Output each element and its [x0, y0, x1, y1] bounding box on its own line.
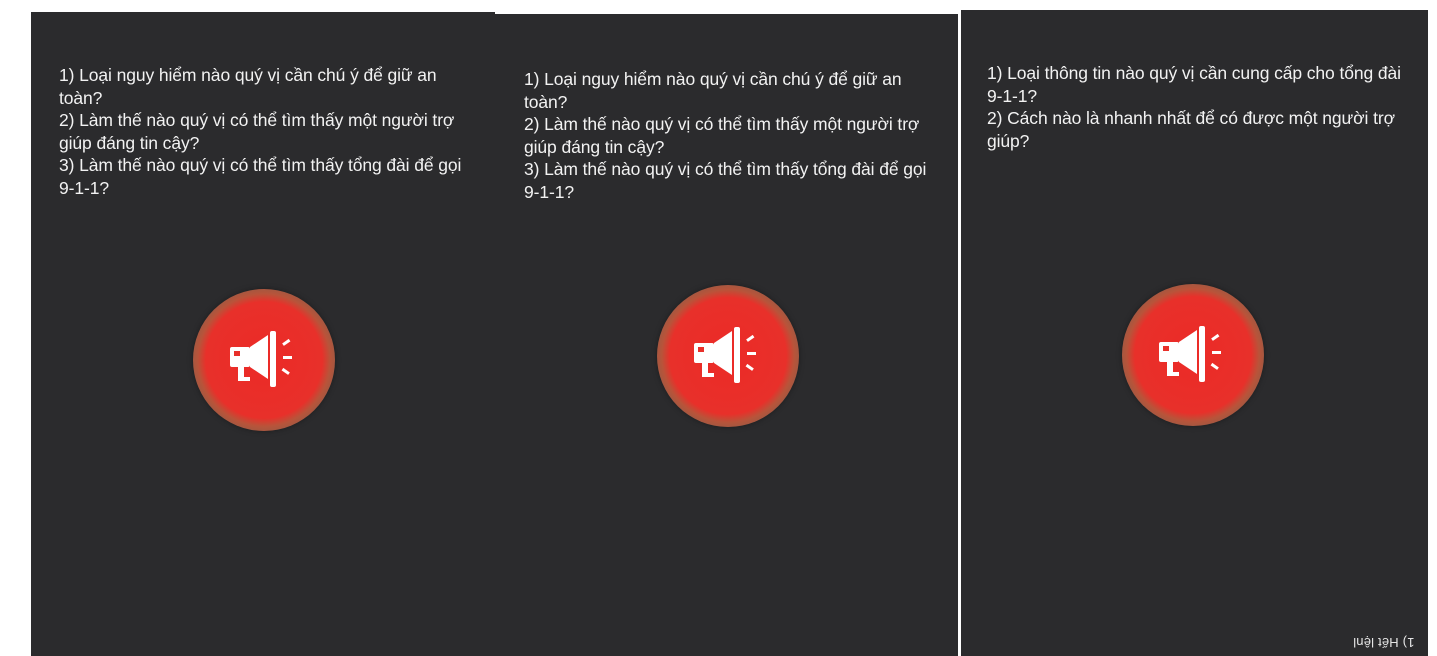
question-panel-3: 1) Loại thông tin nào quý vị cần cung cấ… [961, 10, 1428, 656]
question-item: 3) Làm thế nào quý vị có thể tìm thấy tổ… [59, 155, 467, 198]
question-item: 2) Làm thế nào quý vị có thể tìm thấy mộ… [59, 110, 460, 153]
question-item: 1) Loại thông tin nào quý vị cần cung cấ… [987, 63, 1406, 106]
question-item: 1) Loại nguy hiểm nào quý vị cần chú ý đ… [59, 65, 442, 108]
question-list: 1) Loại nguy hiểm nào quý vị cần chú ý đ… [524, 68, 942, 203]
megaphone-alert-button[interactable] [657, 285, 799, 427]
question-item: 2) Cách nào là nhanh nhất để có được một… [987, 108, 1400, 151]
question-panel-1: 1) Loại nguy hiểm nào quý vị cần chú ý đ… [31, 12, 495, 656]
question-item: 2) Làm thế nào quý vị có thể tìm thấy mộ… [524, 114, 925, 157]
megaphone-alert-button[interactable] [193, 289, 335, 431]
question-list: 1) Loại nguy hiểm nào quý vị cần chú ý đ… [59, 64, 479, 199]
screenshot-stage: 1) Loại nguy hiểm nào quý vị cần chú ý đ… [0, 0, 1437, 656]
megaphone-icon [694, 327, 756, 383]
megaphone-icon [1159, 326, 1221, 382]
corner-label-mirrored: 1) Hết lệnl [1352, 635, 1414, 650]
question-panel-2: 1) Loại nguy hiểm nào quý vị cần chú ý đ… [495, 14, 958, 656]
megaphone-alert-button[interactable] [1122, 284, 1264, 426]
megaphone-icon [230, 331, 292, 387]
question-item: 3) Làm thế nào quý vị có thể tìm thấy tổ… [524, 159, 932, 202]
question-list: 1) Loại thông tin nào quý vị cần cung cấ… [987, 62, 1412, 152]
question-item: 1) Loại nguy hiểm nào quý vị cần chú ý đ… [524, 69, 907, 112]
